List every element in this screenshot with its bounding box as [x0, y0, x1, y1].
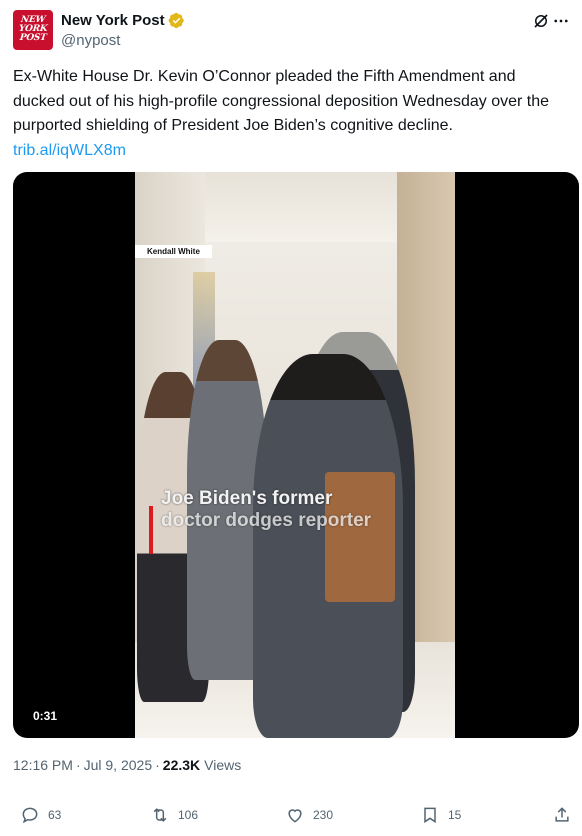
meta-separator: · — [75, 757, 81, 773]
repost-icon — [153, 808, 167, 822]
bookmark-icon — [424, 807, 436, 824]
like-count: 230 — [313, 808, 334, 822]
repost-count: 106 — [178, 808, 199, 822]
video-player[interactable]: Kendall White Joe Biden's former doctor … — [13, 172, 579, 738]
tweet-text: Ex-White House Dr. Kevin O’Connor pleade… — [13, 65, 569, 163]
tweet-link[interactable]: trib.al/iqWLX8m — [13, 139, 569, 164]
grok-icon[interactable] — [532, 12, 550, 30]
avatar-text-post: POST — [19, 33, 47, 43]
verified-badge-icon — [168, 12, 184, 29]
action-bar: 63 106 230 15 — [0, 800, 582, 834]
caption-line-2: doctor dodges reporter — [161, 510, 372, 531]
avatar[interactable]: NEW YORK POST — [13, 10, 53, 50]
video-credit: Kendall White — [135, 245, 212, 258]
bookmark-count: 15 — [448, 808, 462, 822]
more-icon[interactable] — [552, 12, 570, 30]
reply-count: 63 — [48, 808, 62, 822]
share-button[interactable] — [552, 805, 572, 825]
repost-button[interactable]: 106 — [150, 805, 198, 825]
caption-line-1: Joe Biden's former — [161, 488, 333, 509]
tweet-meta: 12:16 PM · Jul 9, 2025 · 22.3K Views — [13, 757, 241, 773]
tweet-time[interactable]: 12:16 PM — [13, 757, 73, 773]
share-icon — [555, 807, 569, 822]
tweet-date[interactable]: Jul 9, 2025 — [84, 757, 153, 773]
display-name[interactable]: New York Post — [61, 12, 165, 29]
handle[interactable]: @nypost — [61, 32, 120, 49]
bookmark-button[interactable]: 15 — [420, 805, 461, 825]
tweet-body: Ex-White House Dr. Kevin O’Connor pleade… — [13, 68, 550, 134]
views-count: 22.3K — [162, 757, 201, 773]
tweet-header: NEW YORK POST New York Post @nypost — [12, 8, 570, 52]
reply-button[interactable]: 63 — [20, 805, 61, 825]
caption-accent-bar — [149, 506, 153, 554]
meta-separator-2: · — [155, 757, 160, 773]
video-duration: 0:31 — [33, 709, 58, 723]
like-button[interactable]: 230 — [285, 805, 333, 825]
heart-icon — [288, 809, 302, 823]
video-caption: Joe Biden's former doctor dodges reporte… — [161, 488, 421, 532]
name-line: New York Post — [61, 12, 185, 29]
views-label: Views — [204, 757, 242, 773]
reply-icon — [22, 807, 38, 824]
